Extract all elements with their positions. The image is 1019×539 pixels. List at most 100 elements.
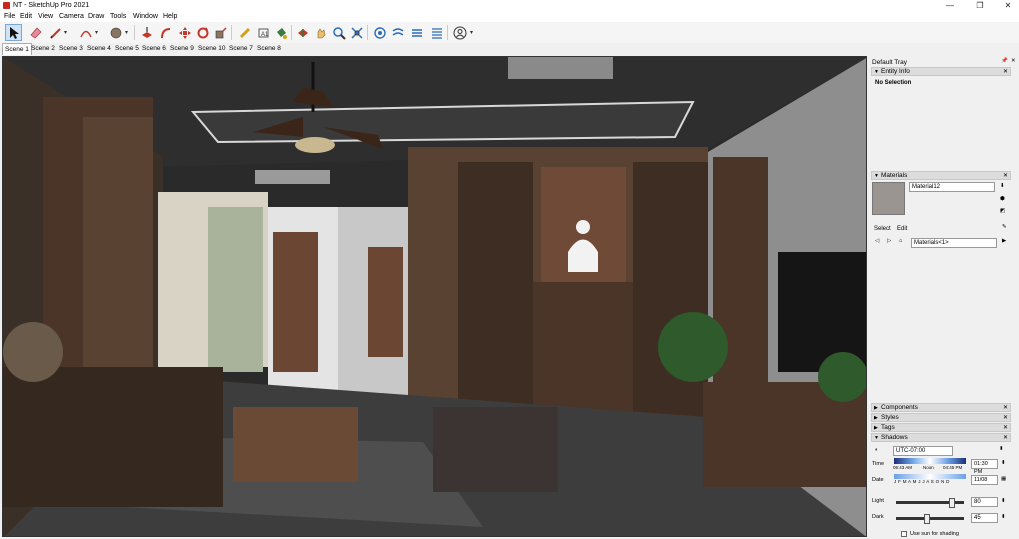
shapes-tool-icon[interactable] <box>107 24 124 41</box>
styles-label: Styles <box>881 414 899 421</box>
panel-close-icon[interactable]: ✕ <box>1003 414 1008 422</box>
menu-tools[interactable]: Tools <box>110 13 126 20</box>
panel-close-icon[interactable]: ✕ <box>1003 404 1008 412</box>
tab-select[interactable]: Select <box>874 226 891 232</box>
select-tool-icon[interactable] <box>5 24 22 41</box>
tab-scene-6[interactable]: Scene 6 <box>140 43 168 54</box>
look-around-tool-icon[interactable] <box>389 24 406 41</box>
scale-tool-icon[interactable] <box>212 24 229 41</box>
pencil-dropdown-icon[interactable]: ▾ <box>64 29 67 36</box>
push-pull-tool-icon[interactable] <box>138 24 155 41</box>
dark-slider[interactable] <box>896 517 964 520</box>
toolbar-divider <box>134 25 135 40</box>
sample-paint-icon[interactable]: ◩ <box>1000 208 1005 214</box>
panel-close-icon[interactable]: ✕ <box>1003 68 1008 76</box>
tab-scene-5[interactable]: Scene 5 <box>113 43 141 54</box>
expand-arrow-icon: ▶ <box>874 405 878 411</box>
position-camera-tool-icon[interactable] <box>371 24 388 41</box>
material-name-field[interactable]: Material12 <box>909 182 995 192</box>
dark-spinner-icon[interactable]: ⬍ <box>1001 514 1006 520</box>
follow-me-tool-icon[interactable] <box>157 24 174 41</box>
menu-draw[interactable]: Draw <box>88 13 104 20</box>
menu-view[interactable]: View <box>38 13 53 20</box>
forward-icon[interactable]: ▷ <box>887 238 891 244</box>
date-label: Date <box>872 477 884 483</box>
ceiling-ac-unit <box>508 57 613 79</box>
date-field[interactable]: 11/08 <box>971 475 998 485</box>
use-sun-checkbox[interactable] <box>901 531 907 537</box>
pan-tool-icon[interactable] <box>312 24 329 41</box>
menu-window[interactable]: Window <box>133 13 158 20</box>
menu-edit[interactable]: Edit <box>20 13 32 20</box>
orbit-tool-icon[interactable] <box>294 24 311 41</box>
dark-label: Dark <box>872 514 884 520</box>
back-icon[interactable]: ◁ <box>875 238 879 244</box>
entity-info-header[interactable]: ▼ Entity Info ✕ <box>871 67 1011 76</box>
tab-scene-2[interactable]: Scene 2 <box>29 43 57 54</box>
svg-text:A1: A1 <box>261 32 269 38</box>
section-plane-tool-icon[interactable] <box>428 24 445 41</box>
create-material-icon[interactable]: ⬇ <box>1000 183 1005 189</box>
shadow-toggle-icon[interactable]: ◐ <box>875 447 878 453</box>
materials-header[interactable]: ▼ Materials ✕ <box>871 171 1011 180</box>
menu-file[interactable]: File <box>4 13 15 20</box>
paint-bucket-tool-icon[interactable] <box>272 24 289 41</box>
dark-slider-knob[interactable] <box>924 514 930 524</box>
rotate-tool-icon[interactable] <box>194 24 211 41</box>
panel-close-icon[interactable]: ✕ <box>1003 424 1008 432</box>
pencil-tool-icon[interactable] <box>47 24 64 41</box>
time-noon-label: Noon <box>923 465 934 470</box>
time-field[interactable]: 01:30 PM <box>971 459 998 475</box>
shadows-header[interactable]: ▼ Shadows ✕ <box>871 433 1011 442</box>
tab-scene-9[interactable]: Scene 9 <box>168 43 196 54</box>
calendar-icon[interactable]: ▦ <box>1001 476 1006 482</box>
zoom-tool-icon[interactable] <box>330 24 347 41</box>
tape-measure-tool-icon[interactable] <box>236 24 253 41</box>
model-viewport[interactable] <box>2 56 867 537</box>
close-button[interactable]: ✕ <box>993 0 1019 12</box>
light-field[interactable]: 80 <box>971 497 998 507</box>
shadow-details-icon[interactable]: ⬍ <box>999 446 1004 452</box>
eraser-tool-icon[interactable] <box>27 24 44 41</box>
material-library-select[interactable]: Materials<1> <box>911 238 997 248</box>
tray-close-icon[interactable]: ✕ <box>1011 58 1016 64</box>
tab-scene-10[interactable]: Scene 10 <box>196 43 227 54</box>
account-icon[interactable] <box>451 24 468 41</box>
light-spinner-icon[interactable]: ⬍ <box>1001 498 1006 504</box>
tab-scene-4[interactable]: Scene 4 <box>85 43 113 54</box>
menu-camera[interactable]: Camera <box>59 13 84 20</box>
move-tool-icon[interactable] <box>176 24 193 41</box>
panel-close-icon[interactable]: ✕ <box>1003 434 1008 442</box>
arc-tool-icon[interactable] <box>77 24 94 41</box>
components-header[interactable]: ▶ Components ✕ <box>871 403 1011 412</box>
timezone-select[interactable]: UTC-07:00 <box>893 446 953 456</box>
tab-scene-3[interactable]: Scene 3 <box>57 43 85 54</box>
tab-scene-1[interactable]: Scene 1 <box>2 43 32 55</box>
light-slider-knob[interactable] <box>949 498 955 508</box>
text-tool-icon[interactable]: A1 <box>254 24 271 41</box>
styles-header[interactable]: ▶ Styles ✕ <box>871 413 1011 422</box>
shapes-dropdown-icon[interactable]: ▾ <box>125 29 128 36</box>
home-icon[interactable]: ⌂ <box>899 238 902 244</box>
minimize-button[interactable]: — <box>935 0 965 12</box>
arc-dropdown-icon[interactable]: ▾ <box>95 29 98 36</box>
time-slider[interactable] <box>894 458 966 464</box>
material-swatch[interactable] <box>872 182 905 215</box>
left-shelving <box>83 117 153 377</box>
restore-button[interactable]: ❐ <box>965 0 995 12</box>
pin-icon[interactable]: 📌 <box>1001 58 1008 64</box>
zoom-extents-tool-icon[interactable] <box>348 24 365 41</box>
library-details-icon[interactable]: ▶ <box>1002 238 1006 244</box>
tab-scene-7[interactable]: Scene 7 <box>227 43 255 54</box>
time-spinner-icon[interactable]: ⬍ <box>1001 460 1006 466</box>
panel-close-icon[interactable]: ✕ <box>1003 172 1008 180</box>
tab-scene-8[interactable]: Scene 8 <box>255 43 283 54</box>
account-dropdown-icon[interactable]: ▾ <box>470 29 473 36</box>
material-display-icon[interactable]: ⬢ <box>1000 196 1005 202</box>
walk-tool-icon[interactable] <box>408 24 425 41</box>
eyedropper-icon[interactable]: ✎ <box>1002 224 1007 230</box>
tab-edit[interactable]: Edit <box>897 226 907 232</box>
menu-help[interactable]: Help <box>163 13 177 20</box>
dark-field[interactable]: 45 <box>971 513 998 523</box>
tags-header[interactable]: ▶ Tags ✕ <box>871 423 1011 432</box>
